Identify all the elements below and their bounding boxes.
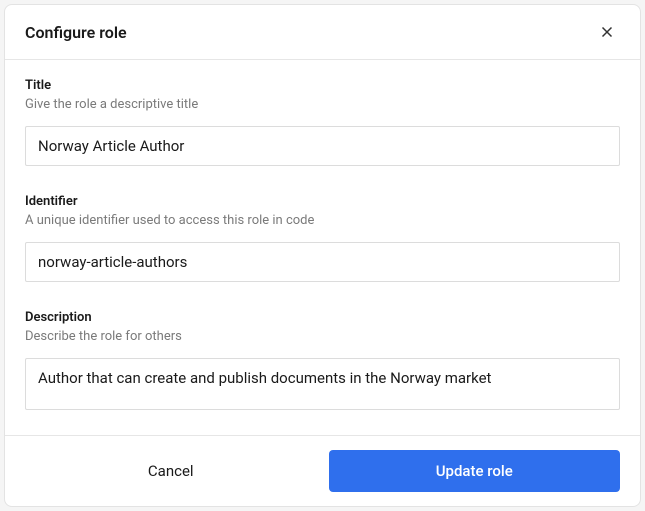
- dialog-title: Configure role: [25, 23, 127, 42]
- description-help: Describe the role for others: [25, 329, 620, 344]
- identifier-label: Identifier: [25, 194, 620, 209]
- title-input[interactable]: [25, 126, 620, 166]
- configure-role-dialog: Configure role Title Give the role a des…: [4, 4, 641, 507]
- cancel-button[interactable]: Cancel: [25, 450, 317, 492]
- identifier-input[interactable]: [25, 242, 620, 282]
- description-label: Description: [25, 310, 620, 325]
- dialog-body: Title Give the role a descriptive title …: [5, 60, 640, 435]
- title-field: Title Give the role a descriptive title: [25, 78, 620, 166]
- dialog-header: Configure role: [5, 5, 640, 60]
- close-button[interactable]: [594, 19, 620, 45]
- title-help: Give the role a descriptive title: [25, 97, 620, 112]
- update-role-button[interactable]: Update role: [329, 450, 621, 492]
- identifier-help: A unique identifier used to access this …: [25, 213, 620, 228]
- identifier-field: Identifier A unique identifier used to a…: [25, 194, 620, 282]
- title-label: Title: [25, 78, 620, 93]
- close-icon: [598, 23, 616, 41]
- description-field: Description Describe the role for others: [25, 310, 620, 414]
- description-input[interactable]: [25, 358, 620, 410]
- dialog-footer: Cancel Update role: [5, 435, 640, 506]
